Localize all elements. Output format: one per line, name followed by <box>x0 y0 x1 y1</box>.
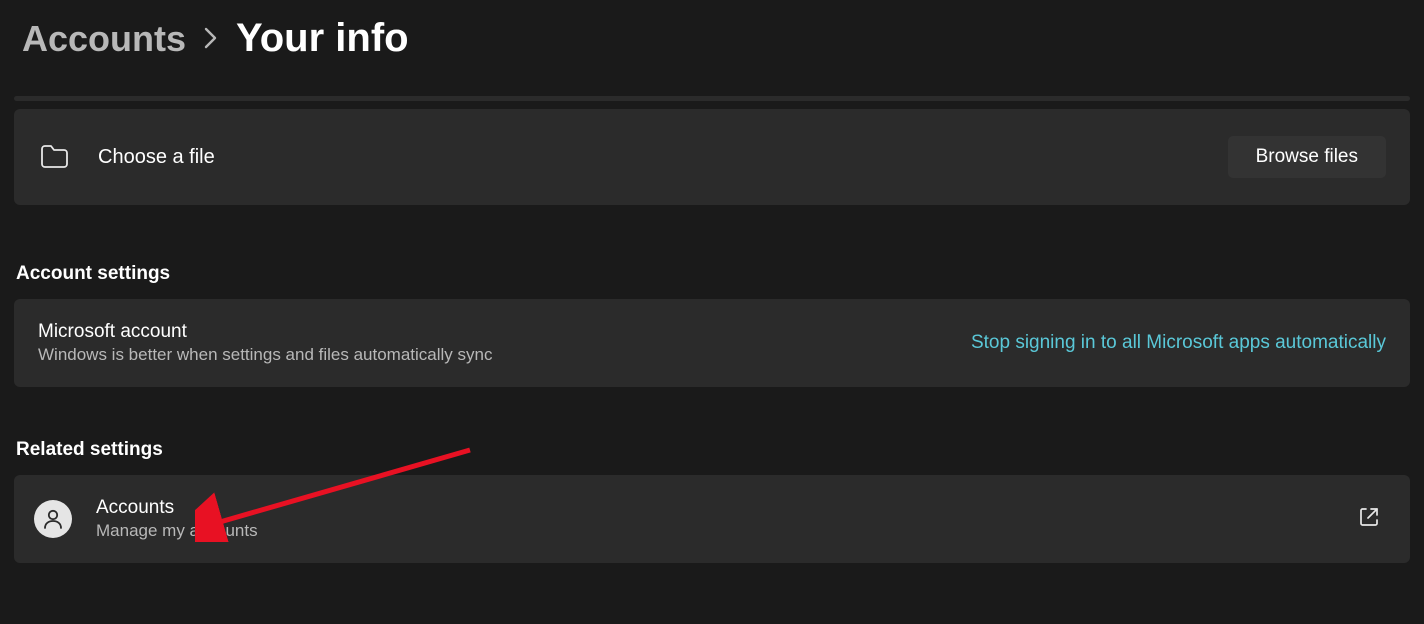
breadcrumb-current: Your info <box>236 18 409 58</box>
related-settings-heading: Related settings <box>14 439 1410 461</box>
account-settings-heading: Account settings <box>14 263 1410 285</box>
choose-file-card: Choose a file Browse files <box>14 109 1410 205</box>
browse-files-button[interactable]: Browse files <box>1228 136 1386 178</box>
microsoft-account-card: Microsoft account Windows is better when… <box>14 299 1410 387</box>
open-external-icon <box>1358 506 1380 533</box>
microsoft-account-title: Microsoft account <box>38 321 971 343</box>
accounts-card[interactable]: Accounts Manage my accounts <box>14 475 1410 563</box>
chevron-right-icon <box>204 25 218 56</box>
breadcrumb: Accounts Your info <box>14 18 1410 58</box>
folder-icon <box>38 144 70 170</box>
accounts-title: Accounts <box>96 497 1342 519</box>
stop-auto-signin-link[interactable]: Stop signing in to all Microsoft apps au… <box>971 332 1386 354</box>
microsoft-account-subtitle: Windows is better when settings and file… <box>38 345 971 365</box>
choose-file-label: Choose a file <box>98 146 1228 169</box>
person-icon <box>34 500 72 538</box>
accounts-subtitle: Manage my accounts <box>96 521 1342 541</box>
breadcrumb-parent[interactable]: Accounts <box>22 21 186 57</box>
divider <box>14 96 1410 101</box>
